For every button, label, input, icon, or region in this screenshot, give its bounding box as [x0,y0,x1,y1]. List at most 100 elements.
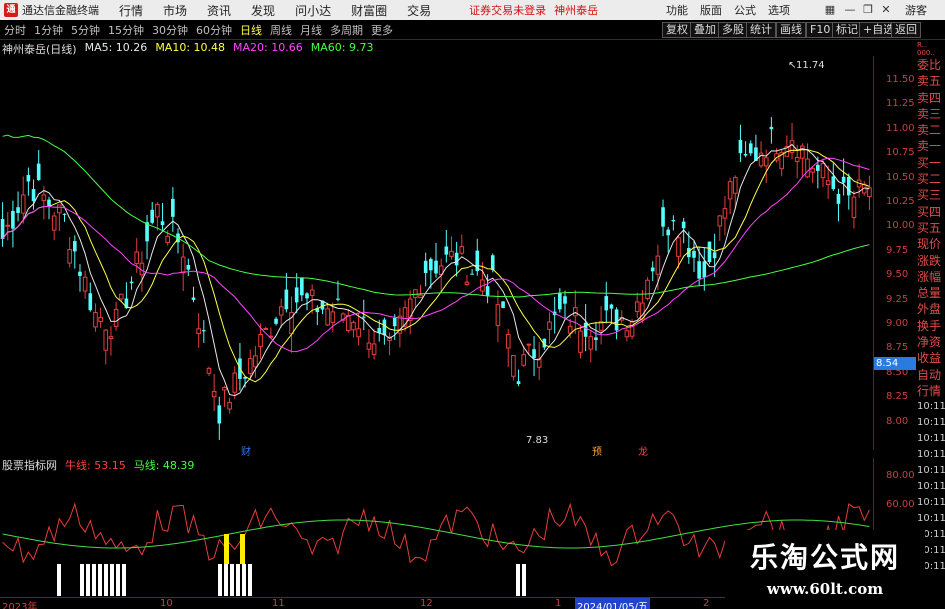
draw-line-button[interactable]: 画线 [776,22,806,38]
candle-body [113,309,119,327]
candle-body [671,219,676,222]
order-panel-item[interactable]: 换手 [917,318,945,334]
candle-body [78,271,82,276]
signal-bar [92,564,96,596]
menu-trade[interactable]: 交易 [407,2,431,19]
menu-ask[interactable]: 问小达 [295,2,331,19]
indicator-name[interactable]: 股票指标网 [2,457,57,473]
candle-body [464,281,470,285]
marker-dragon[interactable]: 龙 [638,443,648,458]
order-panel-item[interactable]: 收益 [917,350,945,366]
candle-body [763,157,769,167]
titlebar-stock-name: 神州泰岳 [554,4,599,17]
order-panel-item[interactable]: 卖五 [917,73,945,89]
candle-body [743,153,748,156]
signal-bar [516,564,520,596]
candle-body [186,264,191,270]
order-panel-item[interactable]: 自动 [917,367,945,383]
menu-discover[interactable]: 发现 [251,2,275,19]
watermark-url: www.60lt.com [766,580,884,598]
menu-markets[interactable]: 市场 [163,2,187,19]
overlay-button[interactable]: 叠加 [690,22,720,38]
candle-body [604,296,609,311]
ma-legend: 神州泰岳(日线) MA5: 10.26 MA10: 10.48 MA20: 10… [2,41,373,56]
candle-body [93,312,98,328]
trade-time: 10:11 [917,401,945,413]
candle-body [325,308,330,326]
order-panel-item[interactable]: 买五 [917,220,945,236]
marker-forecast[interactable]: 预 [592,443,602,458]
period-monthly[interactable]: 月线 [296,22,326,38]
order-panel-item[interactable]: 委比 [917,57,945,73]
menu-market[interactable]: 行情 [119,2,143,19]
candle-body [851,196,857,218]
candle-body [382,319,387,336]
order-panel-item[interactable]: 买四 [917,204,945,220]
order-panel-item[interactable]: 外盘 [917,301,945,317]
candlestick-chart[interactable] [0,56,873,450]
restore-icon[interactable]: ❐ [860,2,876,18]
menu-function[interactable]: 功能 [666,2,688,18]
order-panel-item[interactable]: 买三 [917,187,945,203]
menu-formula[interactable]: 公式 [734,2,756,18]
guest-label[interactable]: 游客 [905,0,927,20]
candle-body [578,330,583,353]
trade-time: 10:11 [917,433,945,445]
candle-body [459,246,465,254]
trade-time: 10:11 [917,497,945,509]
order-panel-item[interactable]: 行情 [917,383,945,399]
order-panel-item[interactable]: 现价 [917,236,945,252]
candle-body [805,158,810,178]
candle-body [769,126,774,130]
order-panel-item[interactable]: 净资 [917,334,945,350]
order-panel-item[interactable]: 总量 [917,285,945,301]
period-weekly[interactable]: 周线 [266,22,296,38]
price-tick: 10.75 [886,147,915,159]
period-15min[interactable]: 15分钟 [104,22,148,38]
grid-icon[interactable]: ▦ [822,2,838,18]
menu-news[interactable]: 资讯 [207,2,231,19]
trade-time: 10:11 [917,465,945,477]
period-more[interactable]: 更多 [367,22,397,38]
candle-body [594,337,598,341]
candle-body [567,325,573,334]
back-button[interactable]: 返回 [891,22,921,38]
mark-button[interactable]: 标记 [832,22,862,38]
order-panel-item[interactable]: 卖四 [917,90,945,106]
order-panel-item[interactable]: 买一 [917,155,945,171]
menu-options[interactable]: 选项 [768,2,790,18]
candle-body [171,198,175,217]
order-panel-item[interactable]: 买二 [917,171,945,187]
order-panel-item[interactable]: 卖二 [917,122,945,138]
period-daily[interactable]: 日线 [236,22,266,38]
order-panel-item[interactable]: 涨跌 [917,253,945,269]
period-30min[interactable]: 30分钟 [148,22,192,38]
marker-finance[interactable]: 财 [241,443,251,458]
period-60min[interactable]: 60分钟 [192,22,236,38]
multi-stock-button[interactable]: 多股 [718,22,748,38]
period-5min[interactable]: 5分钟 [67,22,104,38]
order-panel-item[interactable]: 卖三 [917,106,945,122]
candle-body [661,207,665,227]
statistics-button[interactable]: 统计 [746,22,776,38]
f10-button[interactable]: F10 [806,22,835,38]
order-panel-item[interactable]: 卖一 [917,138,945,154]
signal-bar [116,564,120,596]
menu-layout[interactable]: 版面 [700,2,722,18]
period-1min[interactable]: 1分钟 [30,22,67,38]
candle-body [67,249,72,264]
close-icon[interactable]: ✕ [878,2,894,18]
login-status[interactable]: 证券交易未登录 [469,2,546,18]
minimize-icon[interactable]: — [842,2,858,18]
period-multi[interactable]: 多周期 [326,22,367,38]
indicator-tick-60: 60.00 [886,499,915,510]
price-tick: 11.25 [886,98,915,110]
period-timeshare[interactable]: 分时 [0,22,30,38]
adjust-button[interactable]: 复权 [662,22,692,38]
menu-wealth[interactable]: 财富圈 [351,2,387,19]
order-panel-item[interactable]: 涨幅 [917,269,945,285]
candle-body [227,401,232,410]
candle-body [361,316,366,318]
candle-body [707,241,712,263]
candle-body [573,307,578,317]
